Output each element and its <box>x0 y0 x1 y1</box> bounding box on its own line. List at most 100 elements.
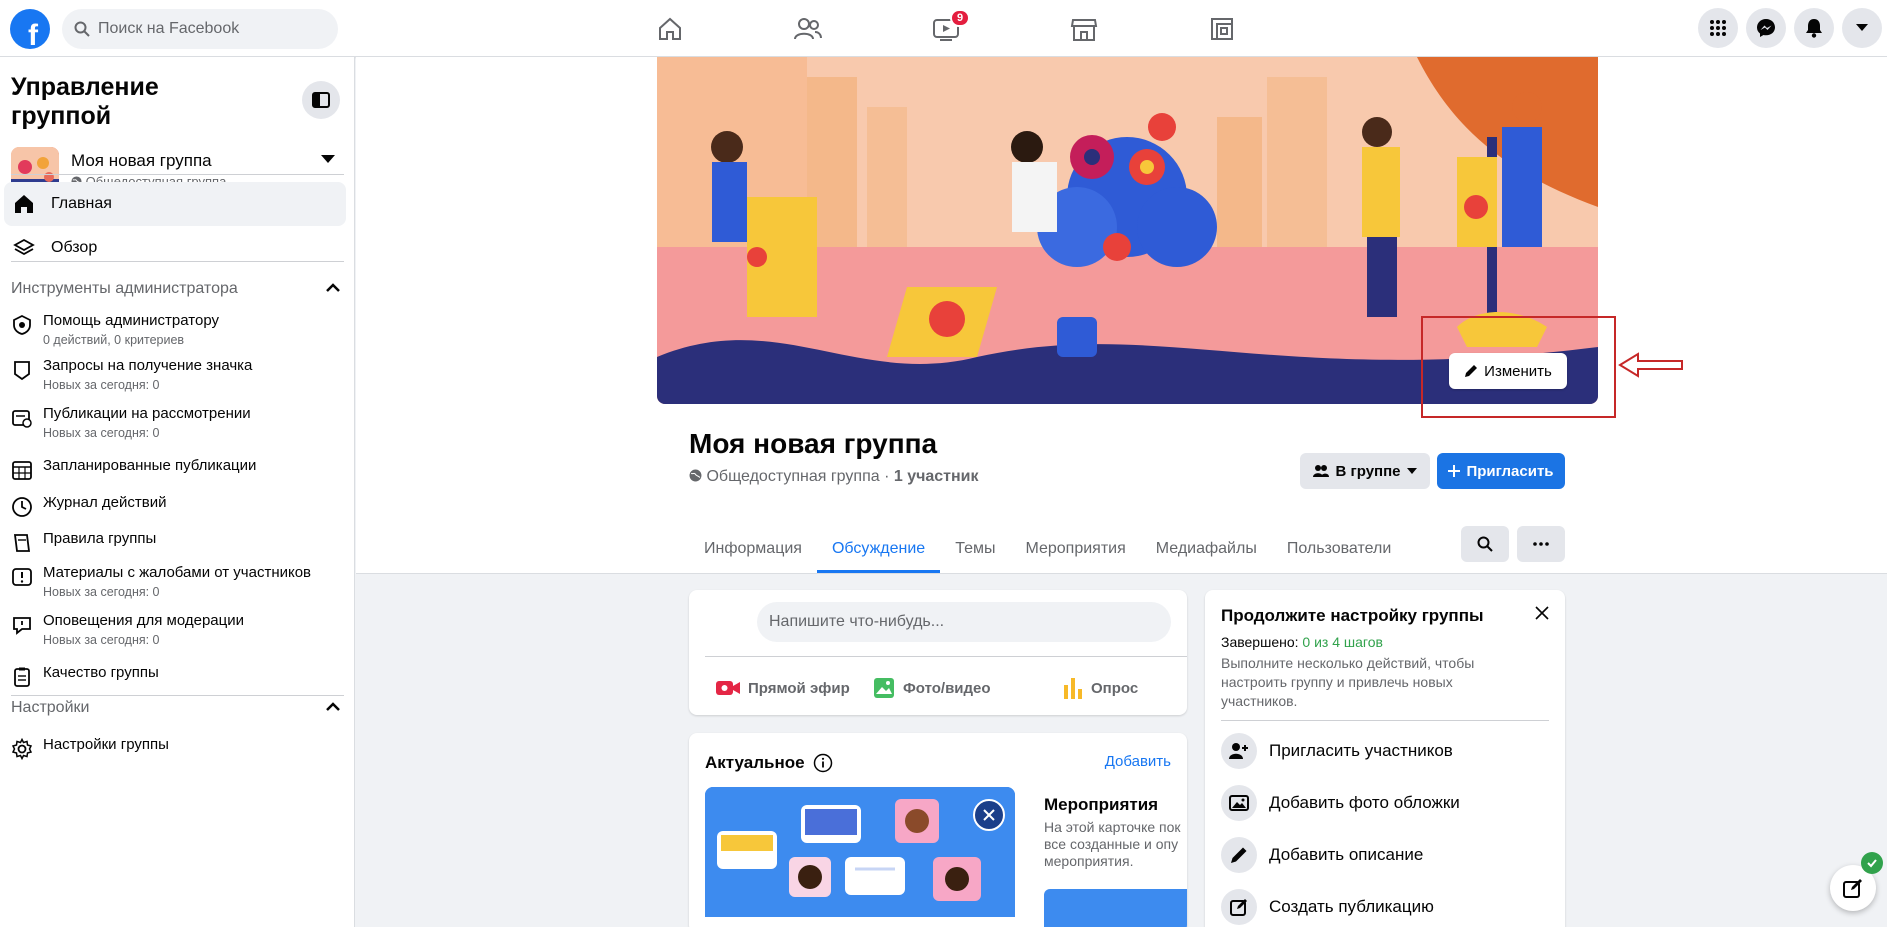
settings-header[interactable]: Настройки <box>11 699 341 717</box>
tool-label: Материалы с жалобами от участников <box>43 564 312 581</box>
friends-icon <box>794 18 822 40</box>
nav-marketplace[interactable] <box>1028 8 1140 50</box>
tool-label: Публикации на рассмотрении <box>43 405 251 422</box>
dismiss-featured-button[interactable] <box>973 799 1005 831</box>
sidebar-item-pending-posts[interactable]: Публикации на рассмотрении Новых за сего… <box>11 405 346 443</box>
tab-media[interactable]: Медиафайлы <box>1141 525 1272 573</box>
tab-people[interactable]: Пользователи <box>1272 525 1406 573</box>
tab-topics[interactable]: Темы <box>940 525 1010 573</box>
annotation-highlight-box <box>1421 316 1616 418</box>
sidebar-title: Управление группой <box>11 73 159 130</box>
joined-group-label: В группе <box>1335 462 1401 480</box>
featured-card: Актуальное Добавить Мероприятия На этой … <box>689 733 1187 927</box>
sidebar-item-activity-log[interactable]: Журнал действий <box>11 494 346 520</box>
group-dropdown-icon <box>321 155 335 163</box>
events-card-image <box>1044 889 1187 927</box>
tab-events[interactable]: Мероприятия <box>1010 525 1140 573</box>
setup-progress: Завершено: 0 из 4 шагов <box>1221 634 1383 650</box>
tab-discussion[interactable]: Обсуждение <box>816 525 941 573</box>
messenger-button[interactable] <box>1746 8 1786 48</box>
sidebar-item-home[interactable]: Главная <box>4 182 346 226</box>
member-count[interactable]: 1 участник <box>894 468 979 485</box>
post-input[interactable]: Напишите что-нибудь... <box>757 602 1171 642</box>
tool-sublabel: Новых за сегодня: 0 <box>43 585 160 599</box>
sidebar-item-group-rules[interactable]: Правила группы <box>11 530 346 556</box>
caret-down-icon <box>1406 468 1417 474</box>
photo-icon <box>874 678 894 698</box>
joined-group-button[interactable]: В группе <box>1300 453 1430 489</box>
close-icon <box>983 809 995 821</box>
step-add-description[interactable]: Добавить описание <box>1221 835 1423 875</box>
divider <box>11 695 344 696</box>
more-options-button[interactable] <box>1517 526 1565 562</box>
step-create-post[interactable]: Создать публикацию <box>1221 887 1434 927</box>
sidebar-item-reported-content[interactable]: Материалы с жалобами от участников Новых… <box>11 564 346 602</box>
tool-sublabel: Новых за сегодня: 0 <box>43 633 160 647</box>
tool-label: Оповещения для модерации <box>43 612 244 629</box>
tool-sublabel: Новых за сегодня: 0 <box>43 426 160 440</box>
invite-button[interactable]: Пригласить <box>1437 453 1565 489</box>
post-composer: Напишите что-нибудь... Прямой эфир Фото/… <box>689 590 1187 715</box>
sidebar-item-moderation-alerts[interactable]: Оповещения для модерации Новых за сегодн… <box>11 612 346 650</box>
close-icon[interactable] <box>1535 606 1549 620</box>
tab-about[interactable]: Информация <box>689 525 817 573</box>
layers-icon <box>13 238 35 256</box>
gaming-icon <box>1211 18 1233 40</box>
badge-icon <box>14 361 30 381</box>
image-icon <box>1229 795 1249 811</box>
plus-icon <box>1448 465 1461 477</box>
tool-label: Журнал действий <box>43 494 167 511</box>
info-icon <box>813 753 832 773</box>
step-invite-members[interactable]: Пригласить участников <box>1221 731 1453 771</box>
sidebar-item-badge-requests[interactable]: Запросы на получение значка Новых за сег… <box>11 357 346 395</box>
nav-friends[interactable] <box>752 8 864 50</box>
tool-sublabel: 0 действий, 0 критериев <box>43 333 185 347</box>
members-icon <box>1313 465 1330 477</box>
admin-tools-header[interactable]: Инструменты администратора <box>11 280 341 298</box>
chevron-up-icon <box>326 702 340 711</box>
tool-sublabel: Новых за сегодня: 0 <box>43 378 160 392</box>
search-icon <box>74 21 90 37</box>
menu-button[interactable] <box>1698 8 1738 48</box>
sidebar-item-group-settings[interactable]: Настройки группы <box>11 736 346 762</box>
sidebar-item-scheduled-posts[interactable]: Запланированные публикации <box>11 457 346 483</box>
report-icon <box>12 568 32 586</box>
setup-title: Продолжите настройку группы <box>1221 606 1484 625</box>
tool-label: Запросы на получение значка <box>43 357 253 374</box>
nav-home[interactable] <box>614 8 726 50</box>
setup-description: Выполните несколько действий, чтобы наст… <box>1221 655 1475 709</box>
nav-gaming[interactable] <box>1166 8 1278 50</box>
nav-watch[interactable]: 9 <box>890 8 1002 50</box>
notifications-button[interactable] <box>1794 8 1834 48</box>
pending-posts-icon <box>12 410 32 428</box>
featured-title: Актуальное <box>705 753 833 773</box>
collapse-sidebar-button[interactable] <box>302 81 340 119</box>
live-video-button[interactable]: Прямой эфир <box>716 668 850 708</box>
tool-label: Правила группы <box>43 530 157 547</box>
bell-icon <box>1806 19 1822 38</box>
ellipsis-icon <box>1533 542 1549 546</box>
tool-label: Качество группы <box>43 664 159 681</box>
search-icon <box>1477 536 1493 552</box>
facebook-logo[interactable]: f <box>10 9 50 49</box>
sidebar-item-admin-assist[interactable]: Помощь администратору 0 действий, 0 крит… <box>11 312 346 350</box>
events-card-title: Мероприятия <box>1044 795 1159 814</box>
notification-badge: 9 <box>950 9 971 27</box>
calendar-icon <box>12 461 32 480</box>
search-group-button[interactable] <box>1461 526 1509 562</box>
photo-video-button[interactable]: Фото/видео <box>873 668 991 708</box>
page-title: Моя новая группа <box>689 428 938 459</box>
step-add-cover[interactable]: Добавить фото обложки <box>1221 783 1460 823</box>
sidebar-item-overview[interactable]: Обзор <box>4 226 346 270</box>
clipboard-icon <box>14 667 30 687</box>
clock-icon <box>12 497 32 517</box>
search-input[interactable]: Поиск на Facebook <box>62 9 338 49</box>
grid-menu-icon <box>1710 20 1726 36</box>
account-button[interactable] <box>1842 8 1882 48</box>
poll-button[interactable]: Опрос <box>1063 668 1138 708</box>
top-navigation-bar: f Поиск на Facebook 9 <box>0 0 1887 57</box>
tool-label: Настройки группы <box>43 736 169 753</box>
featured-illustration <box>705 787 1015 917</box>
sidebar-item-group-quality[interactable]: Качество группы <box>11 664 346 690</box>
add-featured-link[interactable]: Добавить <box>1105 753 1171 770</box>
